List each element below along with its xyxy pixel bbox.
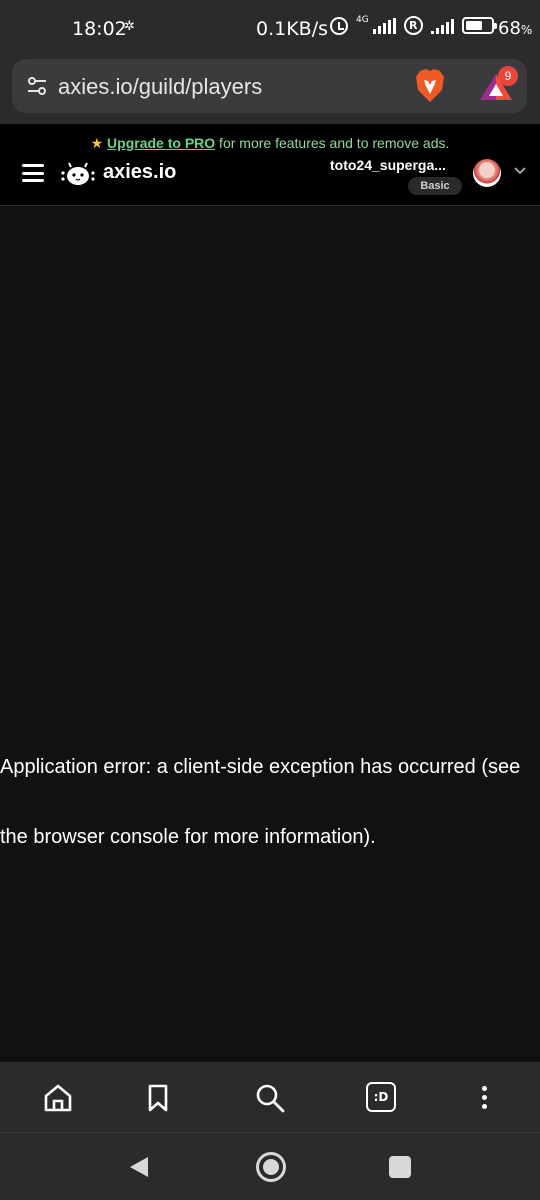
registered-icon: R bbox=[403, 16, 423, 35]
browser-toolbar: axies.io/guild/players 9 bbox=[0, 58, 540, 124]
rewards-count-badge: 9 bbox=[498, 66, 518, 86]
settings-gear-icon: ✲ bbox=[124, 19, 135, 34]
recents-icon[interactable] bbox=[389, 1156, 411, 1178]
error-message: Application error: a client-side excepti… bbox=[0, 756, 521, 848]
chevron-down-icon[interactable] bbox=[514, 164, 526, 176]
signal-icon-2 bbox=[430, 18, 454, 34]
more-icon[interactable] bbox=[468, 1082, 500, 1114]
alarm-icon bbox=[330, 16, 348, 35]
tier-badge: Basic bbox=[408, 177, 462, 195]
upgrade-pro-link[interactable]: Upgrade to PRO bbox=[107, 135, 215, 151]
tabs-icon[interactable]: :D bbox=[366, 1082, 396, 1112]
bookmark-icon[interactable] bbox=[142, 1082, 174, 1114]
star-icon: ★ bbox=[90, 135, 104, 151]
promo-banner: ★ Upgrade to PRO for more features and t… bbox=[0, 135, 540, 152]
hamburger-menu-icon[interactable] bbox=[22, 164, 44, 182]
battery-percent: 68% bbox=[498, 18, 533, 39]
bottom-toolbar: :D bbox=[0, 1062, 540, 1132]
brave-shields-icon[interactable] bbox=[414, 68, 446, 104]
home-icon[interactable] bbox=[42, 1082, 74, 1114]
axies-logo-icon[interactable] bbox=[60, 160, 96, 188]
site-header: ★ Upgrade to PRO for more features and t… bbox=[0, 124, 540, 206]
network-speed: 0.1KB/s bbox=[256, 18, 329, 40]
status-icons: 4G R bbox=[330, 14, 497, 35]
status-bar: 18:02 ✲ 0.1KB/s 4G R 68% bbox=[0, 0, 540, 58]
site-logo-text[interactable]: axies.io bbox=[103, 161, 176, 184]
back-icon[interactable] bbox=[128, 1155, 150, 1179]
status-time: 18:02 bbox=[72, 18, 127, 40]
tabs-button[interactable]: :D bbox=[366, 1082, 398, 1114]
network-type: 4G bbox=[356, 14, 369, 25]
system-nav-bar bbox=[0, 1133, 540, 1200]
url-text[interactable]: axies.io/guild/players bbox=[58, 74, 262, 100]
avatar[interactable] bbox=[473, 159, 501, 187]
screen: 18:02 ✲ 0.1KB/s 4G R 68% axies.io/guild/… bbox=[0, 0, 540, 1200]
site-settings-icon[interactable] bbox=[25, 74, 49, 98]
username[interactable]: toto24_superga... bbox=[330, 157, 446, 173]
signal-icon bbox=[372, 17, 396, 34]
promo-text: for more features and to remove ads. bbox=[215, 135, 450, 151]
home-nav-icon[interactable] bbox=[256, 1152, 286, 1182]
search-icon[interactable] bbox=[254, 1082, 286, 1114]
battery-icon bbox=[461, 17, 497, 34]
address-bar[interactable]: axies.io/guild/players bbox=[12, 59, 527, 113]
battery-fill bbox=[465, 21, 483, 30]
